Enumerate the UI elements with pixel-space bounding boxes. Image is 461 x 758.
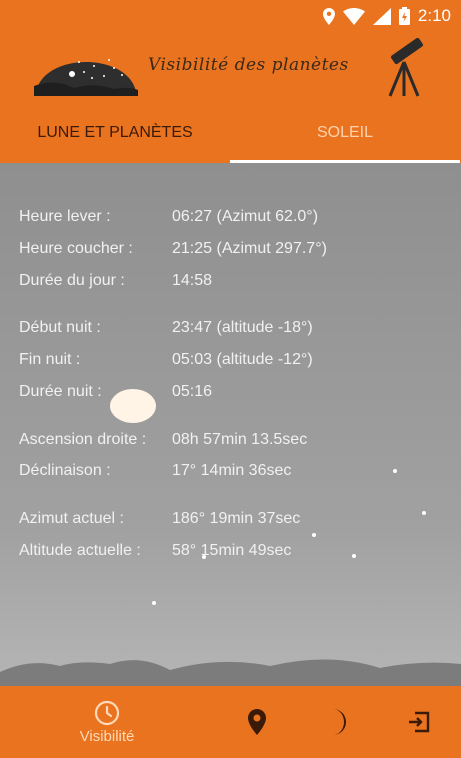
clock-icon [94, 700, 120, 725]
status-time: 2:10 [417, 6, 451, 25]
right-ascension-value: 08h 57min 13.5sec [172, 431, 308, 448]
night-start-value: 23:47 (altitude -18°) [172, 319, 313, 336]
app-header: 2:10 Visibilité des planètes LUNE ET PLA… [0, 0, 461, 163]
tab-sun[interactable]: SOLEIL [230, 112, 460, 163]
night-start-label: Début nuit : [19, 319, 101, 336]
nav-location[interactable] [240, 686, 274, 758]
night-length-label: Durée nuit : [19, 383, 102, 400]
location-pin-icon [248, 709, 266, 735]
tab-bar: LUNE ET PLANÈTES SOLEIL [0, 112, 461, 163]
observatory-dome-icon [34, 59, 138, 96]
current-azimuth-value: 186° 19min 37sec [172, 510, 301, 527]
status-bar: 2:10 [322, 5, 451, 27]
night-end-value: 05:03 (altitude -12°) [172, 351, 313, 368]
current-altitude-label: Altitude actuelle : [19, 542, 141, 559]
sun-info-panel: Heure lever : 06:27 (Azimut 62.0°) Heure… [0, 163, 461, 686]
nav-visibility[interactable]: Visibilité [70, 686, 144, 758]
signal-icon [372, 7, 391, 25]
star-dot [422, 511, 426, 515]
crescent-moon-icon [333, 709, 346, 735]
right-ascension-label: Ascension droite : [19, 431, 147, 448]
night-length-value: 05:16 [172, 383, 213, 400]
day-length-label: Durée du jour : [19, 272, 125, 289]
declination-value: 17° 14min 36sec [172, 462, 292, 479]
declination-label: Déclinaison : [19, 462, 111, 479]
hills-silhouette [0, 659, 461, 686]
nav-moon[interactable] [322, 686, 356, 758]
star-dot [393, 469, 397, 473]
moon-shape [110, 389, 156, 423]
star-dot [312, 533, 316, 537]
wifi-icon [342, 7, 365, 25]
current-azimuth-label: Azimut actuel : [19, 510, 124, 527]
night-end-label: Fin nuit : [19, 351, 81, 368]
sunrise-label: Heure lever : [19, 208, 111, 225]
star-dot [152, 601, 156, 605]
current-altitude-value: 58° 15min 49sec [172, 542, 292, 559]
nav-exit[interactable] [402, 686, 436, 758]
location-status-icon [322, 7, 335, 25]
nav-visibility-label: Visibilité [79, 727, 135, 745]
sunrise-value: 06:27 (Azimut 62.0°) [172, 208, 319, 225]
day-length-value: 14:58 [172, 272, 213, 289]
sunset-value: 21:25 (Azimut 297.7°) [172, 240, 327, 257]
battery-icon [398, 7, 410, 25]
exit-icon [409, 711, 430, 733]
app-title: Visibilité des planètes [148, 55, 349, 75]
star-dot [352, 554, 356, 558]
telescope-icon [388, 38, 424, 97]
bottom-navigation: Visibilité [0, 686, 461, 758]
sunset-label: Heure coucher : [19, 240, 133, 257]
tab-moon-planets[interactable]: LUNE ET PLANÈTES [0, 112, 230, 163]
